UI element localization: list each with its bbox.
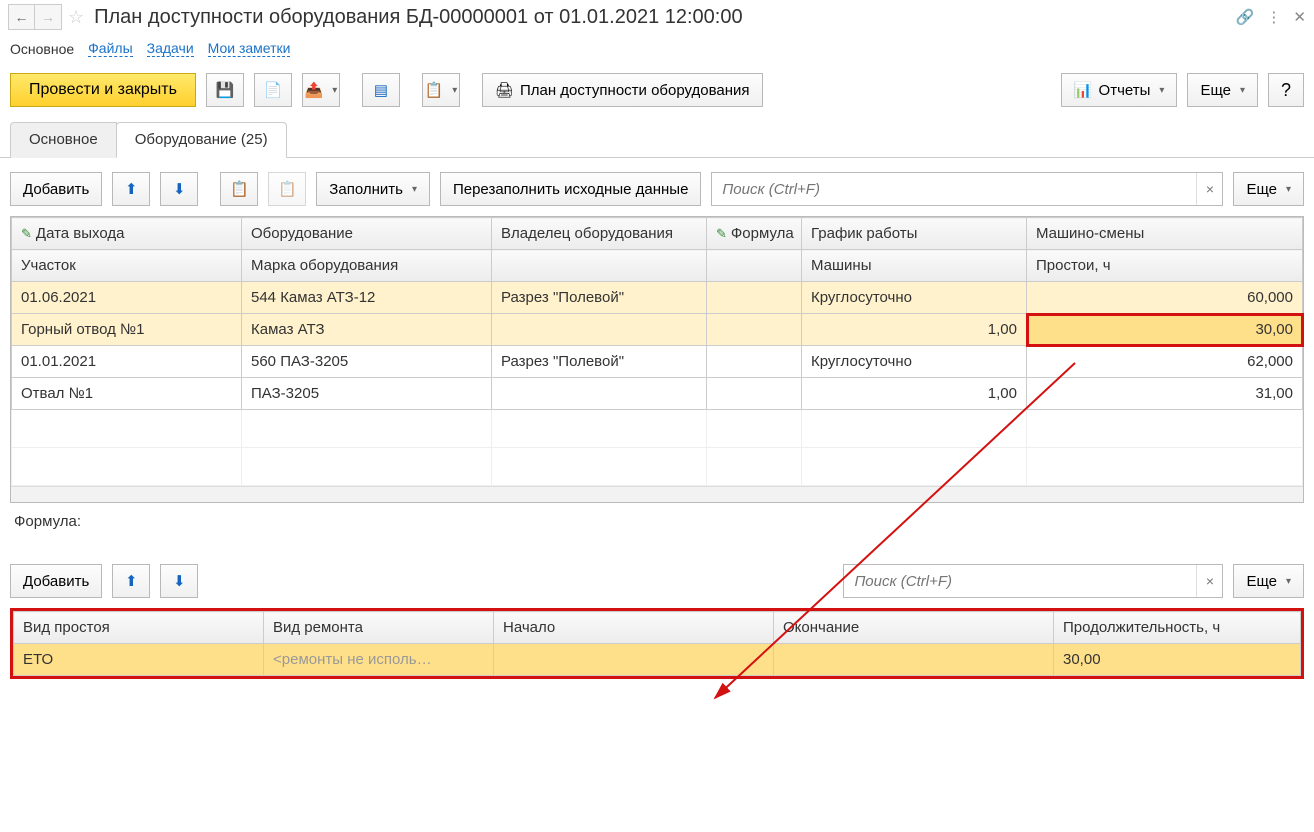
table-row[interactable]: Горный отвод №1 Камаз АТЗ 1,00 30,00 — [12, 314, 1303, 346]
doc-arrow-icon: 📤 — [305, 81, 324, 99]
equip-more-button[interactable]: Еще — [1233, 172, 1304, 206]
actions-button[interactable]: 📋 — [422, 73, 460, 107]
reports-button[interactable]: 📊 Отчеты — [1061, 73, 1178, 107]
equip-search-clear[interactable]: × — [1196, 173, 1222, 205]
equip-fill-button[interactable]: Заполнить — [316, 172, 430, 206]
arrow-up-icon: ⬆ — [125, 180, 138, 198]
list-button[interactable]: ▤ — [362, 73, 400, 107]
detail-add-button[interactable]: Добавить — [10, 564, 102, 598]
pencil-icon: ✎ — [21, 226, 32, 241]
arrow-down-icon: ⬇ — [173, 180, 186, 198]
detail-search-input[interactable] — [844, 565, 1196, 597]
equip-move-down-button[interactable]: ⬇ — [160, 172, 198, 206]
formula-value — [10, 534, 1304, 564]
list-icon: ▤ — [374, 81, 388, 99]
close-icon[interactable]: ✕ — [1293, 8, 1306, 26]
favorite-star-icon[interactable]: ☆ — [68, 7, 84, 28]
kebab-icon[interactable]: ⋮ — [1266, 8, 1281, 26]
highlighted-idle-cell[interactable]: 30,00 — [1027, 314, 1303, 346]
help-button[interactable]: ? — [1268, 73, 1304, 107]
arrow-down-icon: ⬇ — [173, 572, 186, 590]
chart-icon: 📊 — [1074, 81, 1093, 99]
detail-move-down-button[interactable]: ⬇ — [160, 564, 198, 598]
pencil-icon: ✎ — [716, 226, 727, 241]
save-button[interactable]: 💾 — [206, 73, 244, 107]
post-button[interactable]: 📄 — [254, 73, 292, 107]
detail-grid: Вид простоя Вид ремонта Начало Окончание… — [10, 608, 1304, 679]
detail-move-up-button[interactable]: ⬆ — [112, 564, 150, 598]
print-plan-button[interactable]: 🖨 План доступности оборудования — [482, 73, 763, 107]
grid-hscrollbar[interactable] — [11, 486, 1303, 502]
floppy-icon: 💾 — [216, 81, 235, 99]
link-icon[interactable]: 🔗 — [1236, 8, 1255, 26]
subnav-main[interactable]: Основное — [10, 41, 74, 57]
nav-history[interactable]: ← → — [8, 4, 62, 30]
equip-refill-button[interactable]: Перезаполнить исходные данные — [440, 172, 701, 206]
detail-search-clear[interactable]: × — [1196, 565, 1222, 597]
equip-copy-button[interactable]: 📋 — [220, 172, 258, 206]
equip-search-input[interactable] — [712, 173, 1196, 205]
subnav-notes[interactable]: Мои заметки — [208, 40, 291, 57]
detail-more-button[interactable]: Еще — [1233, 564, 1304, 598]
equip-move-up-button[interactable]: ⬆ — [112, 172, 150, 206]
arrow-up-icon: ⬆ — [125, 572, 138, 590]
tab-equipment[interactable]: Оборудование (25) — [116, 122, 287, 158]
nav-back-button[interactable]: ← — [9, 5, 35, 29]
table-row[interactable]: 01.06.2021 544 Камаз АТЗ-12 Разрез "Поле… — [12, 282, 1303, 314]
detail-search-wrap: × — [843, 564, 1223, 598]
equip-paste-button[interactable]: 📋 — [268, 172, 306, 206]
equip-add-button[interactable]: Добавить — [10, 172, 102, 206]
subnav-tasks[interactable]: Задачи — [147, 40, 194, 57]
doc-check-icon: 📄 — [264, 81, 283, 99]
more-button[interactable]: Еще — [1187, 73, 1258, 107]
subnav-files[interactable]: Файлы — [88, 40, 132, 57]
copy-icon: 📋 — [230, 180, 249, 198]
tab-main[interactable]: Основное — [10, 122, 117, 158]
equip-search-wrap: × — [711, 172, 1223, 206]
nav-forward-button[interactable]: → — [35, 5, 61, 29]
detail-row[interactable]: ЕТО <ремонты не исполь… 30,00 — [14, 644, 1301, 676]
table-row[interactable]: Отвал №1 ПАЗ-3205 1,00 31,00 — [12, 378, 1303, 410]
page-title: План доступности оборудования БД-0000000… — [94, 6, 1230, 29]
table-row[interactable]: 01.01.2021 560 ПАЗ-3205 Разрез "Полевой"… — [12, 346, 1303, 378]
post-and-close-button[interactable]: Провести и закрыть — [10, 73, 196, 107]
paste-icon: 📋 — [278, 180, 297, 198]
printer-icon: 🖨 — [495, 81, 514, 99]
create-based-on-button[interactable]: 📤 — [302, 73, 340, 107]
equipment-grid: ✎Дата выхода Оборудование Владелец обору… — [10, 216, 1304, 503]
formula-label: Формула: — [10, 503, 1304, 534]
doc-gear-icon: 📋 — [425, 81, 444, 99]
